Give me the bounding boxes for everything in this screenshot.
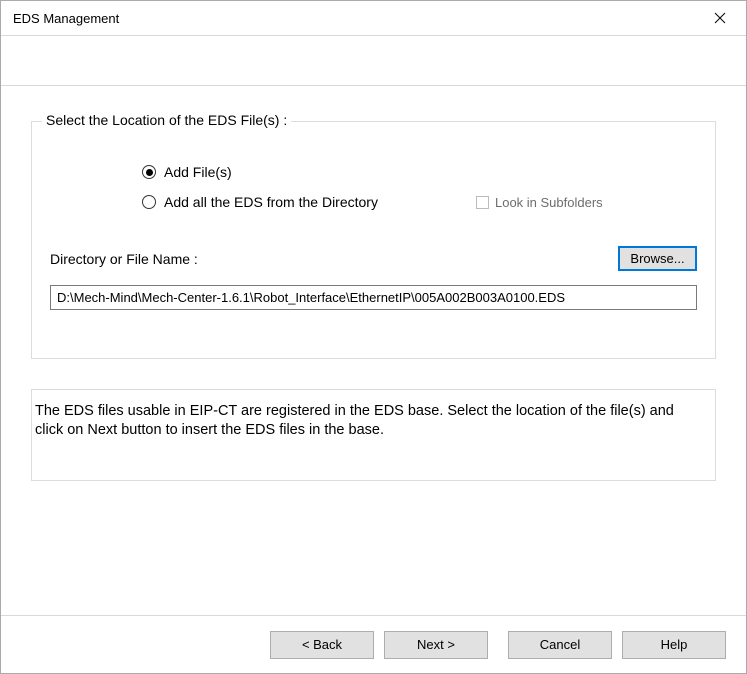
radio-option-add-files[interactable]: Add File(s) xyxy=(142,164,697,180)
radio-label-add-directory: Add all the EDS from the Directory xyxy=(164,194,378,210)
groupbox-title: Select the Location of the EDS File(s) : xyxy=(42,112,291,128)
checkbox-subfolders[interactable]: Look in Subfolders xyxy=(476,195,603,210)
titlebar: EDS Management xyxy=(1,1,746,36)
info-text: The EDS files usable in EIP-CT are regis… xyxy=(31,389,716,481)
cancel-button[interactable]: Cancel xyxy=(508,631,612,659)
directory-label: Directory or File Name : xyxy=(50,251,618,267)
browse-button[interactable]: Browse... xyxy=(618,246,697,271)
dialog-window: EDS Management Select the Location of th… xyxy=(0,0,747,674)
close-button[interactable] xyxy=(698,3,742,33)
back-button[interactable]: < Back xyxy=(270,631,374,659)
directory-row: Directory or File Name : Browse... xyxy=(50,246,697,271)
radio-icon xyxy=(142,165,156,179)
radio-group: Add File(s) Add all the EDS from the Dir… xyxy=(50,164,697,210)
checkbox-label: Look in Subfolders xyxy=(495,195,603,210)
close-icon xyxy=(714,12,726,24)
content-area: Select the Location of the EDS File(s) :… xyxy=(1,86,746,615)
window-title: EDS Management xyxy=(13,11,698,26)
location-groupbox: Select the Location of the EDS File(s) :… xyxy=(31,121,716,359)
header-spacer xyxy=(1,36,746,86)
button-bar: < Back Next > Cancel Help xyxy=(1,615,746,673)
radio-icon xyxy=(142,195,156,209)
radio-option-add-directory[interactable]: Add all the EDS from the Directory Look … xyxy=(142,194,697,210)
help-button[interactable]: Help xyxy=(622,631,726,659)
next-button[interactable]: Next > xyxy=(384,631,488,659)
file-path-input[interactable] xyxy=(50,285,697,310)
radio-label-add-files: Add File(s) xyxy=(164,164,232,180)
checkbox-icon xyxy=(476,196,489,209)
